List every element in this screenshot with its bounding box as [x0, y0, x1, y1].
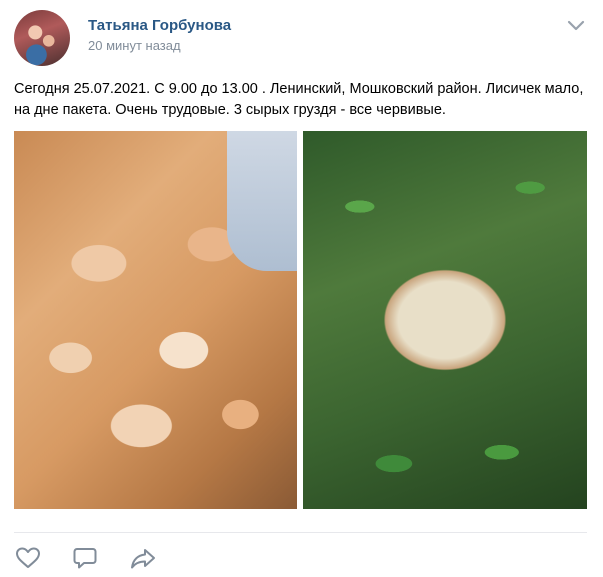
divider — [14, 532, 587, 533]
comment-icon[interactable] — [72, 546, 98, 570]
share-icon[interactable] — [130, 546, 156, 570]
chevron-down-icon[interactable] — [566, 18, 586, 32]
photo-chanterelles[interactable] — [14, 131, 297, 509]
avatar[interactable] — [14, 10, 70, 66]
author-name[interactable]: Татьяна Горбунова — [88, 17, 231, 34]
heart-icon[interactable] — [15, 546, 41, 570]
post-time[interactable]: 20 минут назад — [88, 38, 181, 53]
photo-milk-cap[interactable] — [303, 131, 587, 509]
post-text: Сегодня 25.07.2021. С 9.00 до 13.00 . Ле… — [14, 81, 584, 118]
